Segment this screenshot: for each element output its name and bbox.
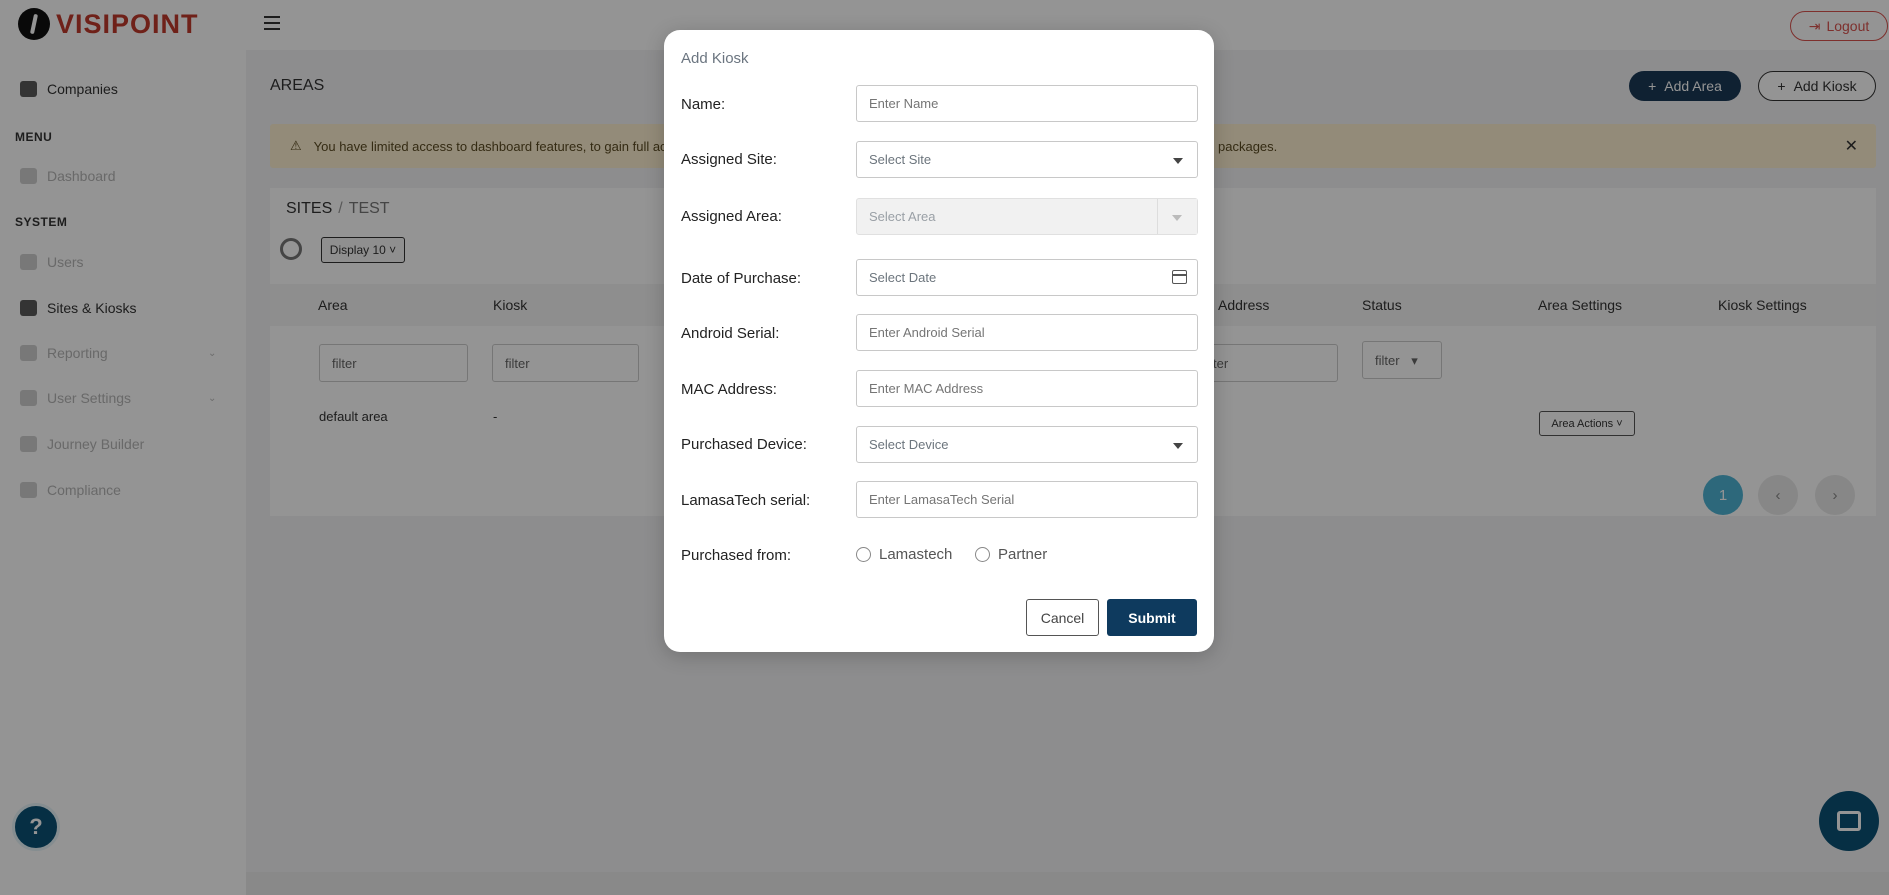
modal-title: Add Kiosk [681, 50, 749, 67]
dropdown-button [1157, 199, 1197, 234]
radio-option-partner[interactable]: Partner [975, 546, 1047, 563]
date-of-purchase-label: Date of Purchase: [681, 270, 802, 287]
radio-option-lamastech[interactable]: Lamastech [856, 546, 952, 563]
android-serial-label: Android Serial: [681, 325, 780, 342]
assigned-site-label: Assigned Site: [681, 151, 777, 168]
assigned-area-label: Assigned Area: [681, 208, 782, 225]
purchased-from-label: Purchased from: [681, 547, 792, 564]
caret-down-icon [1173, 158, 1183, 164]
assigned-area-value: Select Area [869, 209, 936, 224]
caret-down-icon [1172, 215, 1182, 221]
submit-button[interactable]: Submit [1107, 599, 1197, 636]
assigned-area-select: Select Area [856, 198, 1198, 235]
name-label: Name: [681, 96, 726, 113]
calendar-icon[interactable] [1172, 270, 1187, 284]
radio-button[interactable] [856, 547, 871, 562]
add-kiosk-modal: Add Kiosk Name: Assigned Site: Select Si… [664, 30, 1214, 652]
name-input[interactable] [856, 85, 1198, 122]
radio-label: Lamastech [879, 546, 953, 563]
date-of-purchase-value: Select Date [869, 270, 937, 285]
assigned-site-select[interactable]: Select Site [856, 141, 1198, 178]
cancel-button[interactable]: Cancel [1026, 599, 1099, 636]
radio-label: Partner [998, 546, 1048, 563]
radio-button[interactable] [975, 547, 990, 562]
purchased-device-select[interactable]: Select Device [856, 426, 1198, 463]
purchased-device-label: Purchased Device: [681, 436, 807, 453]
caret-down-icon [1173, 443, 1183, 449]
purchased-device-value: Select Device [869, 437, 949, 452]
assigned-site-value: Select Site [869, 152, 932, 167]
date-of-purchase-input[interactable]: Select Date [856, 259, 1198, 296]
lamasatech-serial-label: LamasaTech serial: [681, 492, 811, 509]
lamasatech-serial-input[interactable] [856, 481, 1198, 518]
android-serial-input[interactable] [856, 314, 1198, 351]
mac-address-input[interactable] [856, 370, 1198, 407]
mac-address-label: MAC Address: [681, 381, 777, 398]
